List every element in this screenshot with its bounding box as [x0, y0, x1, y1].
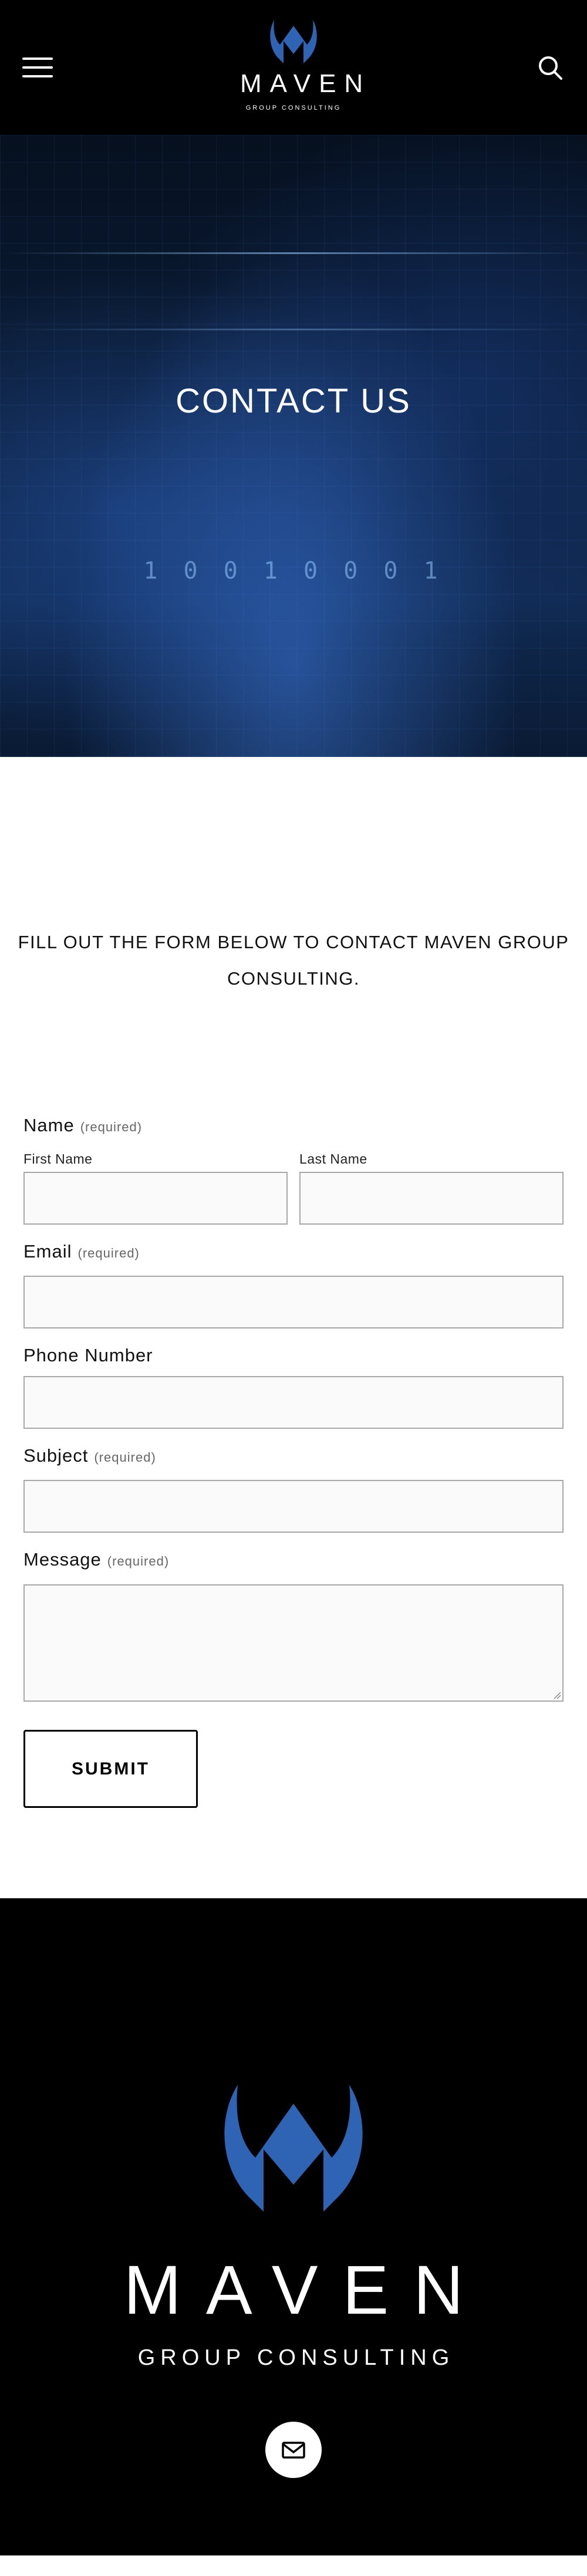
required-note: (required) [107, 1554, 170, 1568]
phone-input[interactable] [23, 1376, 564, 1429]
email-input[interactable] [23, 1276, 564, 1328]
menu-line [22, 66, 53, 69]
header-logo[interactable]: MAVEN GROUP CONSULTING [232, 18, 372, 117]
hero-banner: 1 0 0 1 0 0 0 1 CONTACT US [0, 135, 587, 757]
first-name-input[interactable] [23, 1172, 288, 1225]
hero-grid-decoration [0, 135, 587, 757]
mail-icon[interactable] [265, 2422, 322, 2478]
first-name-label: First Name [23, 1151, 93, 1167]
resize-grip-icon[interactable] [553, 1691, 561, 1699]
phone-label-text: Phone Number [23, 1345, 153, 1365]
footer-logo-wordmark: MAVEN [123, 2252, 488, 2329]
subject-input[interactable] [23, 1480, 564, 1533]
menu-line [22, 58, 53, 60]
page-title: CONTACT US [176, 382, 411, 420]
submit-button[interactable]: SUBMIT [23, 1730, 198, 1808]
hero-light-streak [0, 329, 587, 330]
site-header: MAVEN GROUP CONSULTING [0, 0, 587, 135]
subject-label-text: Subject [23, 1445, 89, 1466]
last-name-label: Last Name [299, 1151, 367, 1167]
name-label-text: Name [23, 1115, 75, 1135]
menu-line [22, 75, 53, 77]
hero-light-streak [0, 252, 587, 254]
intro-text: FILL OUT THE FORM BELOW TO CONTACT MAVEN… [18, 932, 569, 989]
message-field-wrapper [23, 1584, 564, 1702]
name-label: Name (required) [23, 1115, 142, 1136]
maven-m-logo-icon [224, 2085, 363, 2212]
required-note: (required) [94, 1450, 156, 1465]
hero-binary-decoration: 1 0 0 1 0 0 0 1 [143, 557, 444, 584]
header-logo-subtext: GROUP CONSULTING [245, 104, 342, 111]
footer-logo-subtext: GROUP CONSULTING [137, 2345, 455, 2370]
header-logo-wordmark: MAVEN [240, 69, 372, 98]
required-note: (required) [80, 1120, 143, 1134]
message-label-text: Message [23, 1549, 102, 1570]
maven-m-logo-icon [270, 20, 317, 63]
message-label: Message (required) [23, 1549, 169, 1570]
message-textarea[interactable] [23, 1584, 564, 1702]
mail-icon-glyph [282, 2442, 305, 2459]
phone-label: Phone Number [23, 1345, 153, 1366]
site-footer: MAVEN GROUP CONSULTING [0, 1898, 587, 2555]
email-label-text: Email [23, 1241, 72, 1262]
required-note: (required) [77, 1246, 140, 1260]
hamburger-menu-icon[interactable] [22, 58, 53, 79]
subject-label: Subject (required) [23, 1445, 156, 1466]
search-icon[interactable] [537, 54, 565, 82]
last-name-input[interactable] [299, 1172, 564, 1225]
email-label: Email (required) [23, 1241, 140, 1262]
search-icon-glyph [539, 56, 562, 80]
